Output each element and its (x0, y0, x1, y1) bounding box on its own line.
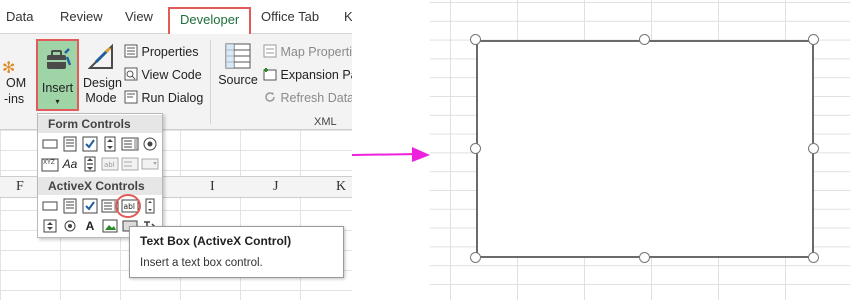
form-button-icon[interactable] (41, 136, 59, 152)
insert-dropdown-arrow-icon: ▾ (55, 97, 60, 106)
refresh-icon (263, 90, 277, 107)
tab-data[interactable]: Data (6, 9, 33, 24)
run-dialog-button[interactable]: Run Dialog (124, 90, 203, 107)
run-dialog-icon (124, 90, 138, 107)
activex-image-icon[interactable] (101, 218, 119, 234)
svg-text:abl: abl (104, 161, 115, 169)
column-header-f[interactable]: F (16, 176, 24, 198)
resize-handle-top-left[interactable] (470, 34, 481, 45)
xml-source-button[interactable]: Source (216, 42, 260, 87)
resize-handle-bottom-right[interactable] (808, 252, 819, 263)
form-spin-button-icon[interactable] (101, 136, 119, 152)
resize-handle-middle-right[interactable] (808, 143, 819, 154)
form-group-box-icon[interactable]: XYZ (41, 156, 59, 172)
source-label: Source (218, 73, 258, 87)
activex-spin-button-icon[interactable] (41, 218, 59, 234)
addins-label-partial-2[interactable]: -ins (4, 92, 24, 106)
resize-handle-bottom-middle[interactable] (639, 252, 650, 263)
design-mode-label-1: Design (83, 76, 122, 90)
expansion-packs-label: Expansion Pa (280, 67, 352, 82)
tab-developer[interactable]: Developer (168, 7, 252, 34)
xml-group-label: XML (314, 116, 337, 128)
activex-combo-box-icon[interactable] (61, 198, 79, 214)
form-text-field-disabled-icon: abl (101, 156, 119, 172)
ribbon-separator (210, 40, 211, 124)
addins-label-partial-1[interactable]: OM (6, 76, 26, 90)
refresh-data-button[interactable]: Refresh Data (263, 90, 352, 107)
xml-source-icon (224, 42, 252, 73)
text-box-highlight-circle (115, 194, 141, 218)
design-mode-label-2: Mode (85, 91, 117, 105)
design-mode-icon (86, 42, 116, 76)
map-properties-button[interactable]: Map Properties (263, 44, 352, 61)
insert-label: Insert (41, 81, 74, 95)
map-properties-label: Map Properties (280, 44, 352, 59)
tab-office-tab[interactable]: Office Tab (261, 9, 319, 24)
activex-text-box-control[interactable] (476, 40, 814, 258)
column-header-k[interactable]: K (336, 176, 346, 198)
worksheet-with-text-box[interactable] (430, 0, 850, 300)
tab-view[interactable]: View (125, 9, 153, 24)
activex-check-box-icon[interactable] (81, 198, 99, 214)
expansion-packs-icon (263, 67, 277, 84)
resize-handle-bottom-left[interactable] (470, 252, 481, 263)
column-header-i[interactable]: I (210, 176, 215, 198)
ribbon-tab-bar: Data Review View Developer Office Tab K (0, 0, 352, 34)
run-dialog-label: Run Dialog (141, 90, 204, 105)
toolbox-icon (45, 47, 72, 78)
form-check-box-icon[interactable] (81, 136, 99, 152)
tooltip-title: Text Box (ActiveX Control) (140, 234, 292, 248)
form-combo-dropdown-disabled-icon (141, 156, 159, 172)
view-code-icon (124, 67, 138, 84)
tooltip-description: Insert a text box control. (140, 257, 263, 269)
form-scroll-bar-icon[interactable] (81, 156, 99, 172)
resize-handle-middle-left[interactable] (470, 143, 481, 154)
excel-ribbon-screenshot: Data Review View Developer Office Tab K … (0, 0, 352, 300)
activex-controls-header: ActiveX Controls (38, 177, 162, 195)
resize-handle-top-middle[interactable] (639, 34, 650, 45)
refresh-data-label: Refresh Data (280, 90, 352, 105)
activex-label-icon[interactable]: A (81, 218, 99, 234)
view-code-label: View Code (141, 67, 202, 82)
activex-option-button-icon[interactable] (61, 218, 79, 234)
svg-text:XYZ: XYZ (43, 159, 55, 166)
activex-command-button-icon[interactable] (41, 198, 59, 214)
map-properties-icon (263, 44, 277, 61)
form-label-icon[interactable]: Aa (61, 156, 79, 172)
tab-k-partial[interactable]: K (344, 9, 352, 24)
expansion-packs-button[interactable]: Expansion Pa (263, 67, 352, 84)
properties-button[interactable]: Properties (124, 44, 198, 61)
text-box-tooltip: Text Box (ActiveX Control) Insert a text… (129, 226, 344, 278)
form-list-box-icon[interactable] (121, 136, 139, 152)
magenta-right-arrow-icon (352, 147, 430, 162)
properties-label: Properties (141, 44, 199, 59)
resize-handle-top-right[interactable] (808, 34, 819, 45)
column-header-j[interactable]: J (273, 176, 278, 198)
insert-controls-dropdown: Form Controls XYZ Aa abl ActiveX Control… (37, 113, 163, 238)
tab-review[interactable]: Review (60, 9, 103, 24)
activex-scroll-bar-icon[interactable] (141, 198, 159, 214)
properties-icon (124, 44, 138, 61)
view-code-button[interactable]: View Code (124, 67, 202, 84)
form-combo-list-disabled-icon (121, 156, 139, 172)
form-option-button-icon[interactable] (141, 136, 159, 152)
form-combo-box-icon[interactable] (61, 136, 79, 152)
insert-controls-button[interactable]: Insert ▾ (36, 39, 79, 111)
addins-gear-icon[interactable]: ✻ (2, 58, 15, 78)
design-mode-button[interactable]: Design Mode (83, 42, 122, 106)
form-controls-header: Form Controls (38, 115, 162, 133)
